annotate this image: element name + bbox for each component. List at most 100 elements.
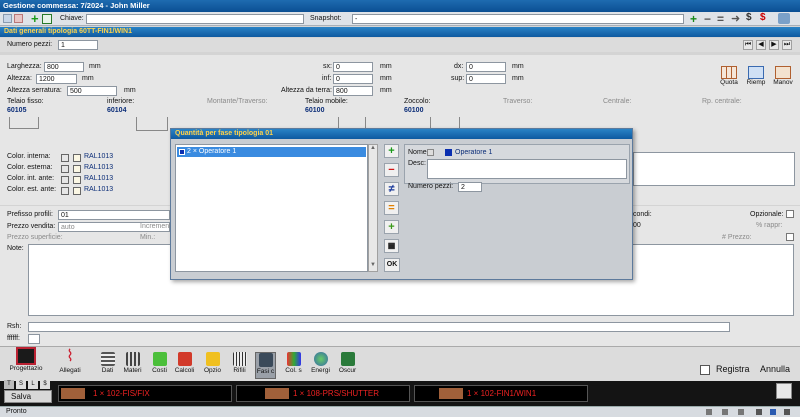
manov-button[interactable]: Manov xyxy=(770,66,796,90)
telaio-mobile-value[interactable]: 60100 xyxy=(305,106,324,116)
dx-input[interactable]: 0 xyxy=(466,62,506,72)
scroll-up-icon[interactable]: ▲ xyxy=(370,145,376,151)
chiave-input[interactable] xyxy=(86,14,304,24)
color-row[interactable]: Color. int. ante: RAL1013 xyxy=(0,174,172,185)
altezza-input[interactable]: 1200 xyxy=(36,74,77,84)
tab-item[interactable]: 1 × 108-PRS/SHUTTER xyxy=(236,385,410,402)
color-label: Color. esterna: xyxy=(7,164,53,171)
phases-icon xyxy=(258,353,273,367)
color-label: Color. est. ante: xyxy=(7,186,57,193)
last-record-button[interactable]: ⏭ xyxy=(782,40,792,50)
inferiore-value[interactable]: 60104 xyxy=(107,106,126,116)
ok-button[interactable]: OK xyxy=(384,258,400,272)
add-icon[interactable]: + xyxy=(31,12,39,25)
color-value: RAL1013 xyxy=(84,164,114,171)
rifili-button[interactable]: Rifili xyxy=(229,352,250,379)
design-icon xyxy=(16,347,36,365)
oscur-button[interactable]: Oscur xyxy=(337,352,358,379)
color-row[interactable]: Color. esterna: RAL1013 xyxy=(0,163,172,174)
materi-button[interactable]: Materi xyxy=(122,352,143,379)
nome-checkbox[interactable] xyxy=(427,149,434,156)
snapshot-select[interactable]: - xyxy=(352,14,684,24)
ffff-input[interactable] xyxy=(28,334,40,344)
equal-icon[interactable]: = xyxy=(717,12,724,26)
colors-list: Color. interna: RAL1013 Color. esterna: … xyxy=(0,152,172,198)
list-scrollbar[interactable]: ▲ ▼ xyxy=(368,144,378,272)
scroll-down-icon[interactable]: ▼ xyxy=(370,262,376,268)
numero-pezzi-dialog-input[interactable]: 2 xyxy=(458,182,482,192)
tab-label: 1 × 102-FIS/FIX xyxy=(93,389,150,398)
fasi-label: Fasi c xyxy=(256,368,275,375)
mode-button-t[interactable]: T xyxy=(4,380,14,389)
phone-icon[interactable] xyxy=(14,14,23,23)
registra-button[interactable]: Registra xyxy=(716,364,750,374)
color-row[interactable]: Color. est. ante: RAL1013 xyxy=(0,185,172,196)
plus-icon[interactable]: + xyxy=(690,12,697,26)
mode-button-dollar[interactable]: $ xyxy=(40,380,50,389)
prezzo-vendita-label: Prezzo vendita: xyxy=(7,223,56,230)
tab-item[interactable]: 1 × 102-FIS/FIX xyxy=(58,385,232,402)
color-notes-field[interactable] xyxy=(633,152,795,186)
sup-input[interactable]: 0 xyxy=(466,74,506,84)
remove-phase-button[interactable]: − xyxy=(384,163,399,177)
dollar-icon[interactable]: $ xyxy=(746,12,752,23)
col-s-button[interactable]: Col. s xyxy=(283,352,304,379)
tab-item[interactable]: 1 × 102-FIN1/WIN1 xyxy=(414,385,588,402)
inf-input[interactable]: 0 xyxy=(333,74,373,84)
altezza-serratura-input[interactable]: 500 xyxy=(67,86,117,96)
first-record-button[interactable]: ⏮ xyxy=(743,40,753,50)
tab-swatch xyxy=(265,388,289,399)
allegati-button[interactable]: ⌇ Allegati xyxy=(55,347,85,379)
oscur-label: Oscur xyxy=(338,367,357,374)
dialog-title: Quantità per fase tipologia 01 xyxy=(171,129,632,139)
energi-button[interactable]: Energi xyxy=(310,352,331,379)
sx-input[interactable]: 0 xyxy=(333,62,373,72)
mode-button-s[interactable]: S xyxy=(16,380,26,389)
prezzo-pct-checkbox[interactable] xyxy=(786,233,794,241)
zoccolo-value[interactable]: 60100 xyxy=(404,106,423,116)
salva-button[interactable]: Salva xyxy=(4,390,52,403)
mode-button-l[interactable]: L xyxy=(28,380,38,389)
dati-button[interactable]: Dati xyxy=(97,352,118,379)
list-item[interactable]: 2 × Operatore 1 xyxy=(177,147,366,157)
grid-icon[interactable] xyxy=(42,14,52,24)
next-record-button[interactable]: ▶ xyxy=(769,40,779,50)
arrow-right-icon[interactable]: ➜ xyxy=(731,12,740,25)
color-swatch xyxy=(73,176,81,184)
numero-pezzi-input[interactable]: 1 xyxy=(58,40,98,50)
altezza-da-terra-input[interactable]: 800 xyxy=(333,86,373,96)
color-row[interactable]: Color. interna: RAL1013 xyxy=(0,152,172,163)
phase-list[interactable]: 2 × Operatore 1 xyxy=(175,144,368,272)
prev-record-button[interactable]: ◀ xyxy=(756,40,766,50)
calcoli-button[interactable]: Calcoli xyxy=(174,352,195,379)
larghezza-input[interactable]: 800 xyxy=(44,62,84,72)
opzionale-checkbox[interactable] xyxy=(786,210,794,218)
equal-button[interactable]: = xyxy=(384,201,399,215)
min-label: Min.: xyxy=(140,234,156,241)
plus-green-icon xyxy=(152,352,167,366)
quota-button[interactable]: Quota xyxy=(717,66,741,90)
tools-icon[interactable] xyxy=(778,13,790,24)
telaio-fisso-value[interactable]: 60105 xyxy=(7,106,26,116)
not-equal-button[interactable]: ≠ xyxy=(384,182,399,196)
progettazio-button[interactable]: Progettazio xyxy=(6,347,46,379)
add-copy-button[interactable]: + xyxy=(384,220,399,234)
riemp-button[interactable]: Riemp xyxy=(744,66,768,90)
check-icon[interactable] xyxy=(776,383,792,399)
desc-label: Desc: xyxy=(408,160,426,167)
costi-button[interactable]: Costi xyxy=(149,352,170,379)
rsh-input[interactable] xyxy=(28,322,730,332)
print-icon[interactable] xyxy=(700,365,710,375)
minus-icon[interactable]: − xyxy=(704,12,711,26)
opzio-button[interactable]: Opzio xyxy=(202,352,223,379)
prefisso-input[interactable]: 01 xyxy=(58,210,170,220)
opzionale-label: Opzionale: xyxy=(750,211,784,218)
add-phase-button[interactable]: + xyxy=(384,144,399,158)
tool-icon[interactable] xyxy=(3,14,12,23)
desc-input[interactable] xyxy=(427,159,627,179)
annulla-button[interactable]: Annulla xyxy=(760,364,790,374)
fasi-button[interactable]: Fasi c xyxy=(255,352,276,379)
dollar-red-icon[interactable]: $ xyxy=(760,12,766,23)
status-icon xyxy=(706,409,712,415)
table-button[interactable]: ▦ xyxy=(384,239,399,253)
